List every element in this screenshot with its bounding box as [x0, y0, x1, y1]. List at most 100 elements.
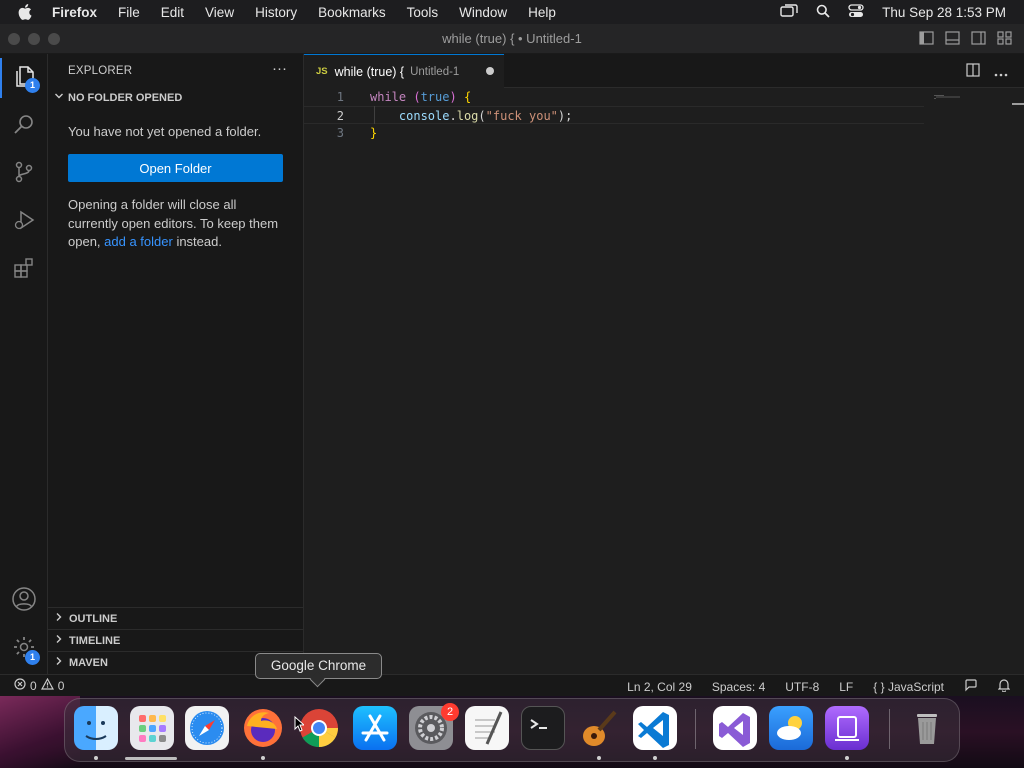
- timeline-section[interactable]: TIMELINE: [48, 629, 303, 651]
- activity-extensions[interactable]: [0, 246, 48, 294]
- string-literal: "fuck you": [485, 109, 558, 123]
- menu-tools[interactable]: Tools: [407, 5, 439, 20]
- dock-tooltip: Google Chrome: [255, 653, 382, 679]
- feedback-icon[interactable]: [964, 678, 978, 695]
- dock-separator: [695, 709, 696, 749]
- menu-bookmarks[interactable]: Bookmarks: [318, 5, 386, 20]
- finder-running-dot: [94, 756, 98, 760]
- minimap[interactable]: [934, 88, 962, 99]
- customize-layout-icon[interactable]: [997, 31, 1012, 50]
- dock-scroll-indicator: [125, 757, 177, 760]
- screen-mirroring-icon[interactable]: [780, 3, 798, 21]
- apple-menu-icon[interactable]: [18, 4, 38, 20]
- line-number: 1: [336, 90, 344, 104]
- close-paren: ): [449, 90, 457, 104]
- trash-icon[interactable]: [905, 706, 949, 750]
- end-of-line[interactable]: LF: [839, 680, 853, 694]
- vscode-running-dot: [653, 756, 657, 760]
- textedit-icon[interactable]: [465, 706, 509, 750]
- explorer-badge: 1: [25, 78, 40, 93]
- window-title: while (true) { • Untitled-1: [442, 31, 582, 46]
- vscode-icon[interactable]: [633, 706, 677, 750]
- explorer-sidebar: EXPLORER ··· NO FOLDER OPENED You have n…: [48, 54, 304, 674]
- launchpad-icon[interactable]: [130, 706, 174, 750]
- terminal-icon[interactable]: [521, 706, 565, 750]
- manage-badge: 1: [25, 650, 40, 665]
- menu-help[interactable]: Help: [528, 5, 556, 20]
- window-title-bar: while (true) { • Untitled-1: [0, 24, 1024, 54]
- menu-window[interactable]: Window: [459, 5, 507, 20]
- code-line-3[interactable]: 3 }: [304, 124, 924, 142]
- safari-icon[interactable]: [185, 706, 229, 750]
- tab-description: Untitled-1: [410, 65, 460, 78]
- control-center-icon[interactable]: [848, 3, 864, 21]
- garageband-icon[interactable]: [577, 706, 621, 750]
- note-text-suffix: instead.: [172, 234, 222, 249]
- notifications-bell-icon[interactable]: [997, 678, 1011, 695]
- tab-title: while (true) {: [334, 64, 405, 79]
- activity-source-control[interactable]: [0, 150, 48, 198]
- more-actions-icon[interactable]: [994, 64, 1008, 82]
- activity-manage[interactable]: 1: [0, 625, 48, 673]
- visual-studio-icon[interactable]: [713, 706, 757, 750]
- code-text: while (true) {: [370, 88, 471, 106]
- no-folder-section-header[interactable]: NO FOLDER OPENED: [54, 91, 182, 104]
- open-folder-button[interactable]: Open Folder: [68, 154, 283, 182]
- sidebar-more-actions[interactable]: ···: [272, 60, 287, 77]
- activity-explorer[interactable]: 1: [0, 54, 48, 102]
- function-log: log: [456, 109, 479, 123]
- problems-indicator[interactable]: 0 0: [14, 677, 65, 693]
- code-text: }: [370, 124, 377, 142]
- split-editor-icon[interactable]: [966, 63, 980, 82]
- no-folder-message: You have not yet opened a folder.: [68, 124, 262, 139]
- warning-count: 0: [57, 678, 65, 693]
- garageband-running-dot: [597, 756, 601, 760]
- menu-app-name[interactable]: Firefox: [52, 5, 97, 20]
- firefox-icon[interactable]: [241, 706, 285, 750]
- open-paren: (: [478, 109, 486, 123]
- search-icon: [12, 112, 36, 141]
- code-line-1[interactable]: 1 while (true) {: [304, 88, 924, 106]
- language-mode[interactable]: { } JavaScript: [873, 680, 944, 694]
- chevron-right-icon: [54, 612, 64, 625]
- weather-icon[interactable]: [769, 706, 813, 750]
- menubar-clock[interactable]: Thu Sep 28 1:53 PM: [882, 5, 1006, 20]
- language-label: JavaScript: [887, 679, 944, 694]
- outline-section[interactable]: OUTLINE: [48, 607, 303, 629]
- spotlight-search-icon[interactable]: [816, 4, 830, 21]
- macos-menu-bar: Firefox File Edit View History Bookmarks…: [0, 0, 1024, 24]
- purple-app-icon[interactable]: [825, 706, 869, 750]
- open-paren: (: [406, 90, 421, 104]
- cursor-position[interactable]: Ln 2, Col 29: [627, 680, 692, 694]
- activity-run-debug[interactable]: [0, 198, 48, 246]
- finder-icon[interactable]: [74, 706, 118, 750]
- file-encoding[interactable]: UTF-8: [785, 680, 819, 694]
- status-bar: 0 0 Ln 2, Col 29 Spaces: 4 UTF-8 LF { } …: [0, 674, 1024, 696]
- app-store-icon[interactable]: [353, 706, 397, 750]
- line-number: 3: [336, 126, 344, 140]
- menu-edit[interactable]: Edit: [161, 5, 184, 20]
- editor-tabs-bar: JS while (true) { Untitled-1: [304, 54, 1024, 88]
- chevron-right-icon: [54, 634, 64, 647]
- purple-app-running-dot: [845, 756, 849, 760]
- add-folder-link[interactable]: add a folder: [104, 234, 173, 249]
- menu-history[interactable]: History: [255, 5, 297, 20]
- menu-view[interactable]: View: [205, 5, 234, 20]
- menu-file[interactable]: File: [118, 5, 140, 20]
- open-brace: {: [456, 90, 472, 104]
- chevron-down-icon: [54, 91, 64, 104]
- activity-accounts[interactable]: [0, 577, 48, 625]
- code-editor[interactable]: 1 while (true) { 2 console.log("fuck you…: [304, 88, 1024, 674]
- toggle-primary-sidebar-icon[interactable]: [919, 31, 934, 50]
- sidebar-header: EXPLORER: [68, 65, 133, 77]
- code-line-2[interactable]: 2 console.log("fuck you");: [304, 106, 924, 124]
- unsaved-dot-icon[interactable]: [486, 67, 494, 75]
- chevron-right-icon: [54, 656, 64, 669]
- toggle-secondary-sidebar-icon[interactable]: [971, 31, 986, 50]
- activity-bar: 1 1: [0, 54, 48, 674]
- toggle-panel-icon[interactable]: [945, 31, 960, 50]
- indentation[interactable]: Spaces: 4: [712, 680, 765, 694]
- activity-search[interactable]: [0, 102, 48, 150]
- indent-guide: [374, 106, 375, 124]
- editor-tab-untitled-1[interactable]: JS while (true) { Untitled-1: [304, 54, 504, 88]
